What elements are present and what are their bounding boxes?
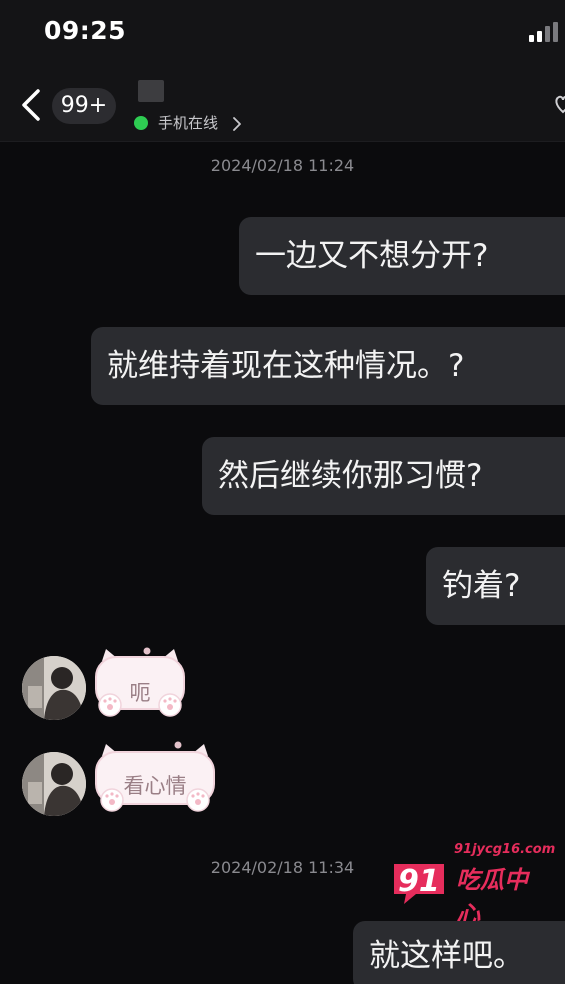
contact-avatar[interactable] [22, 656, 86, 720]
avatar-photo [22, 752, 86, 816]
status-time: 09:25 [44, 16, 127, 45]
message-bubble-outgoing[interactable]: 一边又不想分开? [239, 217, 565, 295]
sticker-text: 呃 [129, 681, 151, 705]
avatar-photo [22, 656, 86, 720]
message-bubble-outgoing[interactable]: 就维持着现在这种情况。? [91, 327, 565, 405]
status-bar: 09:25 [0, 0, 565, 62]
watermark-url: 91jycg16.com [454, 842, 556, 857]
message-bubble-outgoing[interactable]: 然后继续你那习惯? [202, 437, 565, 515]
message-bubble-outgoing[interactable]: 就这样吧。 [353, 921, 565, 984]
contact-avatar[interactable] [22, 752, 86, 816]
chat-header: 99+ 手机在线 [0, 62, 565, 142]
back-icon[interactable] [18, 88, 44, 122]
watermark-logo-text: 91 [398, 864, 440, 899]
contact-name-redacted[interactable] [138, 80, 164, 102]
watermark-brand: 吃瓜中心 [456, 866, 528, 929]
chevron-right-icon[interactable] [232, 116, 242, 132]
watermark: 91jycg16.com 91 吃瓜中心 [388, 842, 555, 929]
unread-badge[interactable]: 99+ [52, 88, 116, 124]
sticker-message[interactable]: 看心情 [90, 740, 220, 820]
online-status[interactable]: 手机在线 [158, 112, 218, 133]
online-status-dot [134, 116, 148, 130]
sticker-message[interactable]: 呃 [90, 645, 190, 725]
signal-icon [529, 22, 558, 42]
message-timestamp: 2024/02/18 11:24 [210, 156, 355, 175]
message-bubble-outgoing[interactable]: 钓着? [426, 547, 565, 625]
sticker-text: 看心情 [123, 774, 187, 798]
heart-icon[interactable] [553, 90, 565, 118]
